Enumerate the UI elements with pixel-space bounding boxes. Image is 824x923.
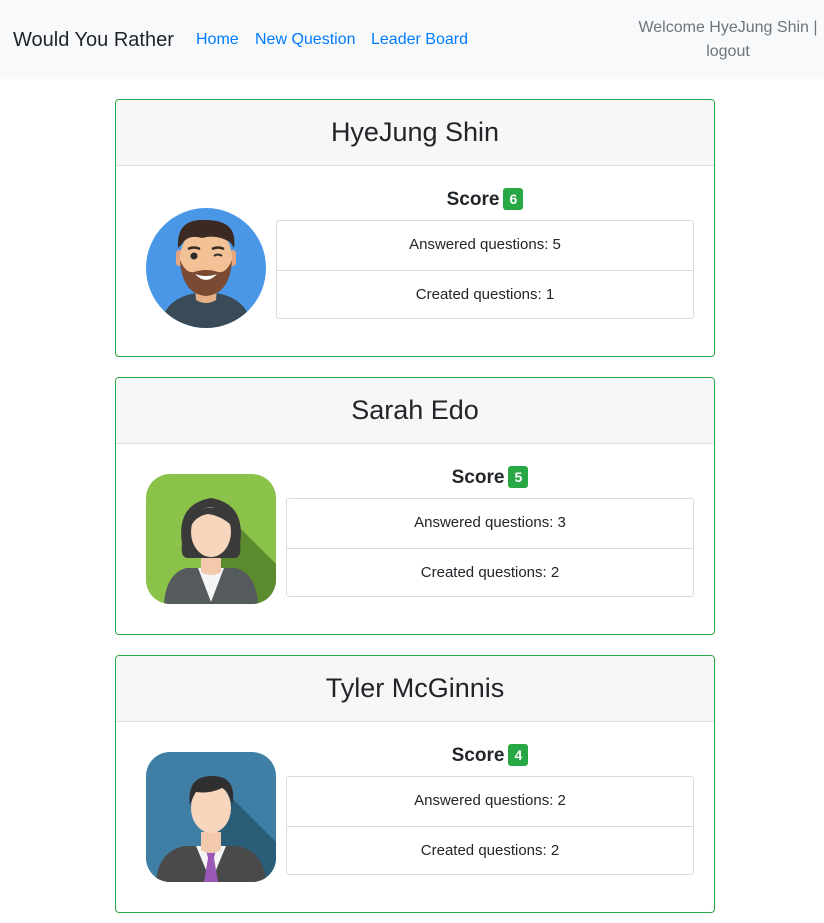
leaderboard-card: HyeJung Shin Score 6 Answered questions: … [115, 99, 715, 357]
created-questions: Created questions: 1 [277, 270, 693, 319]
woman-avatar-icon [146, 474, 276, 604]
answered-questions: Answered questions: 3 [414, 514, 566, 531]
score-label: Score [451, 467, 505, 488]
score-badge: 4 [508, 744, 529, 766]
nav-link-new-question[interactable]: New Question [255, 31, 356, 49]
score-badge: 6 [503, 188, 524, 210]
bearded-man-avatar-icon [146, 208, 266, 328]
nav-link-leader-board[interactable]: Leader Board [371, 31, 468, 49]
stats-list: Answered questions: 5 Created questions:… [276, 220, 694, 319]
user-name: HyeJung Shin [116, 100, 714, 166]
logout-link[interactable]: logout [706, 43, 750, 60]
top-navbar: Would You Rather Home New Question Leade… [0, 0, 824, 79]
score-heading: Score 5 [286, 466, 694, 490]
user-name: Sarah Edo [116, 378, 714, 444]
stats-list: Answered questions: 3 Created questions:… [286, 498, 694, 597]
user-welcome: Welcome HyeJung Shin | logout [638, 16, 818, 64]
answered-questions: Answered questions: 5 [409, 236, 561, 253]
app-brand[interactable]: Would You Rather [13, 28, 174, 52]
welcome-text: Welcome HyeJung Shin | [638, 19, 818, 36]
score-label: Score [451, 745, 505, 766]
leaderboard-card: Tyler McGinnis Score 4 Answered questions… [115, 655, 715, 913]
score-badge: 5 [508, 466, 529, 488]
score-label: Score [446, 189, 500, 210]
score-heading: Score 4 [286, 744, 694, 768]
leaderboard-card: Sarah Edo Score 5 Answered questions: 3 C… [115, 377, 715, 635]
score-heading: Score 6 [276, 188, 694, 212]
stats-list: Answered questions: 2 Created questions:… [286, 776, 694, 875]
nav-link-home[interactable]: Home [196, 31, 239, 49]
man-tie-avatar-icon [146, 752, 276, 882]
user-name: Tyler McGinnis [116, 656, 714, 722]
answered-questions: Answered questions: 2 [414, 792, 566, 809]
created-questions: Created questions: 2 [287, 548, 693, 597]
created-questions: Created questions: 2 [287, 826, 693, 875]
